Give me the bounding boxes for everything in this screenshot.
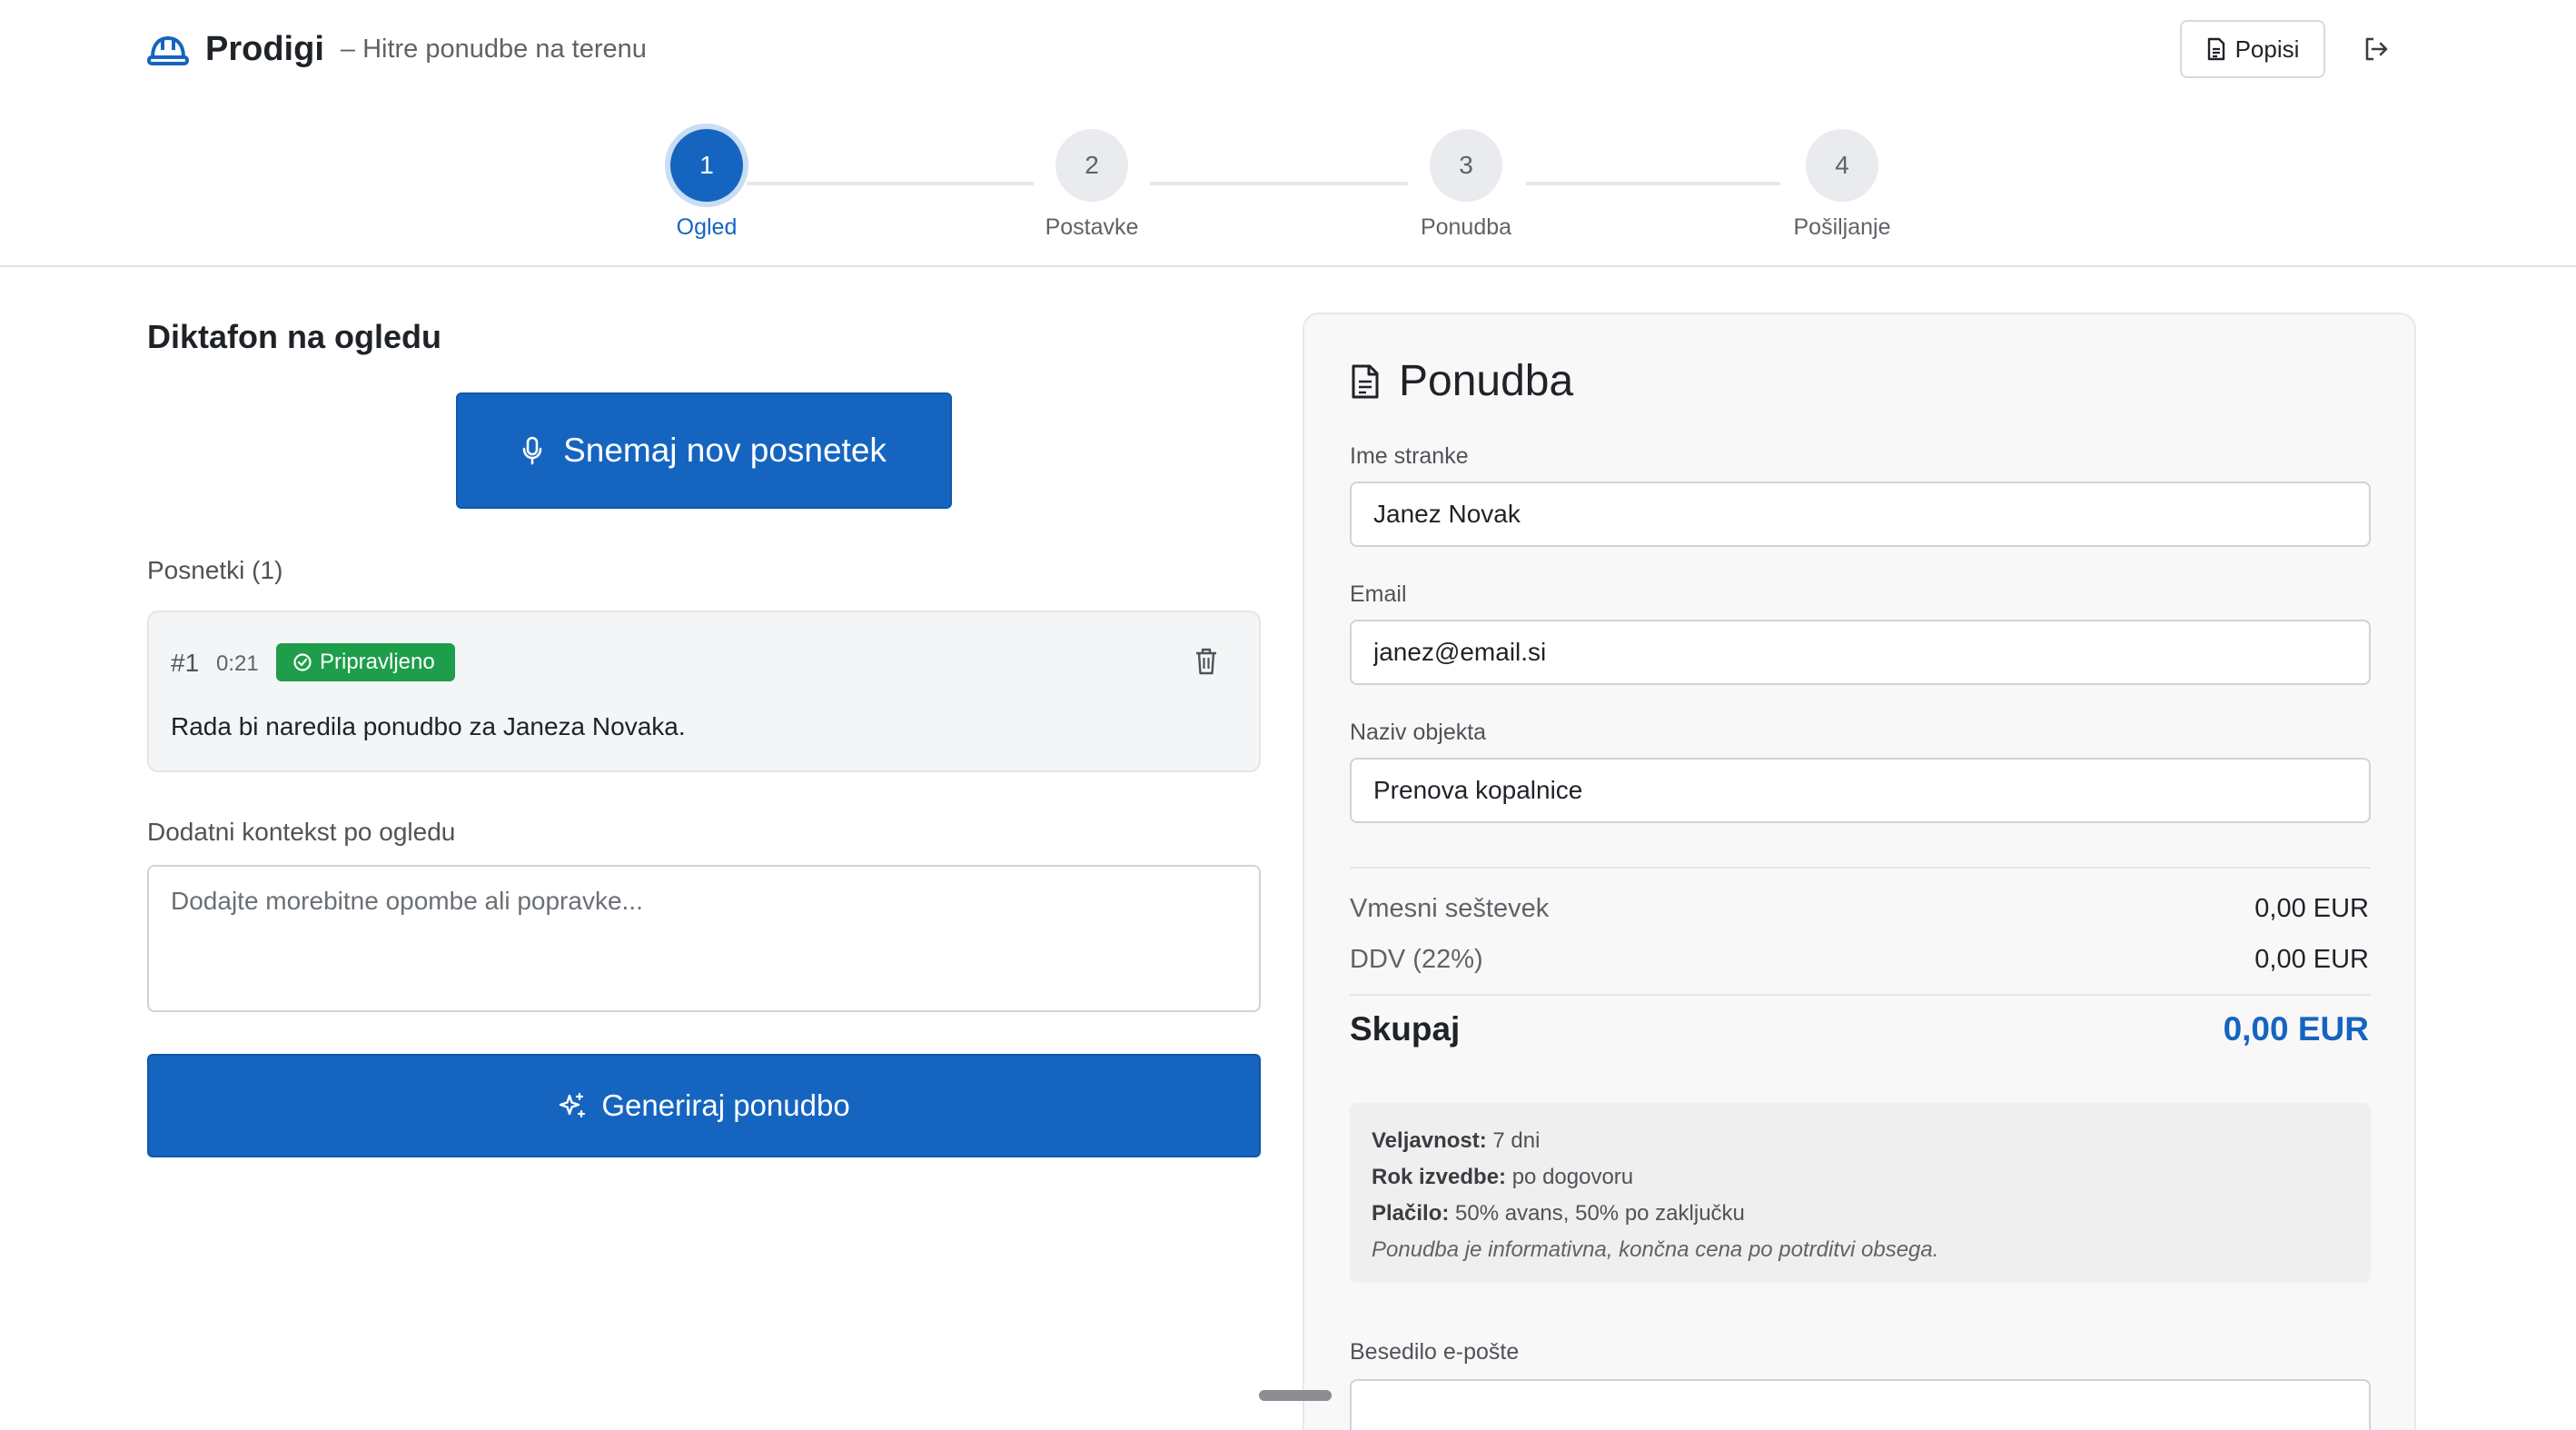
subtotal-value: 0,00 EUR xyxy=(2254,894,2369,923)
total-label: Skupaj xyxy=(1350,1010,1461,1048)
brand: Prodigi – Hitre ponudbe na terenu xyxy=(147,27,647,71)
popisi-label: Popisi xyxy=(2234,35,2300,63)
validity-line: Veljavnost: 7 dni xyxy=(1372,1123,2349,1159)
object-name-label: Naziv objekta xyxy=(1350,720,1487,745)
recordings-label: Posnetki (1) xyxy=(147,556,283,584)
step-connector xyxy=(1526,182,1780,185)
client-name-label: Ime stranke xyxy=(1350,443,1469,469)
app-subtitle: – Hitre ponudbe na terenu xyxy=(340,34,647,64)
divider xyxy=(1350,994,2371,996)
recording-number: #1 xyxy=(171,649,200,677)
offer-panel: Ponudba Ime stranke Email Naziv objekta … xyxy=(1303,313,2416,1430)
sparkles-icon xyxy=(560,1092,586,1118)
offer-title-label: Ponudba xyxy=(1399,357,1574,405)
step-number: 2 xyxy=(1055,129,1128,202)
offer-terms: Veljavnost: 7 dni Rok izvedbe: po dogovo… xyxy=(1350,1103,2371,1283)
generate-offer-label: Generiraj ponudbo xyxy=(601,1088,850,1122)
context-textarea[interactable] xyxy=(147,865,1261,1012)
payment-value: 50% avans, 50% po zaključku xyxy=(1449,1201,1745,1226)
client-name-input[interactable] xyxy=(1350,482,2371,547)
total-value: 0,00 EUR xyxy=(2223,1010,2369,1048)
step-connector xyxy=(1150,182,1408,185)
email-body-textarea[interactable] xyxy=(1350,1379,2371,1430)
offer-title: Ponudba xyxy=(1350,356,1573,406)
step-label: Pošiljanje xyxy=(1793,214,1891,240)
validity-value: 7 dni xyxy=(1486,1128,1541,1153)
app-header: Prodigi – Hitre ponudbe na terenu Popisi xyxy=(0,0,2576,98)
deadline-value: po dogovoru xyxy=(1506,1165,1634,1189)
document-icon xyxy=(2207,37,2224,61)
payment-label: Plačilo: xyxy=(1372,1201,1450,1226)
vat-value: 0,00 EUR xyxy=(2254,945,2369,974)
check-circle-icon xyxy=(293,653,312,671)
generate-offer-button[interactable]: Generiraj ponudbo xyxy=(147,1054,1261,1157)
step-label: Ogled xyxy=(676,214,738,240)
terms-note-text: Ponudba je informativna, končna cena po … xyxy=(1372,1237,1939,1262)
deadline-line: Rok izvedbe: po dogovoru xyxy=(1372,1159,2349,1196)
app-name: Prodigi xyxy=(205,29,324,68)
step-number: 4 xyxy=(1806,129,1878,202)
microphone-icon xyxy=(522,436,542,465)
status-badge-label: Pripravljeno xyxy=(320,650,435,674)
step-number: 1 xyxy=(670,129,743,202)
email-body-label: Besedilo e-pošte xyxy=(1350,1339,1520,1365)
subtotal-label: Vmesni seštevek xyxy=(1350,894,1550,923)
progress-stepper: 1 Ogled 2 Postavke 3 Ponudba 4 Pošiljanj… xyxy=(0,98,2576,267)
step-number: 3 xyxy=(1430,129,1502,202)
context-label: Dodatni kontekst po ogledu xyxy=(147,818,456,846)
hard-hat-icon xyxy=(147,35,189,65)
vat-label: DDV (22%) xyxy=(1350,945,1483,974)
popisi-button[interactable]: Popisi xyxy=(2180,20,2325,78)
step-posiljanje[interactable]: 4 Pošiljanje xyxy=(1751,129,1933,241)
record-button[interactable]: Snemaj nov posnetek xyxy=(456,392,952,509)
email-label: Email xyxy=(1350,581,1407,607)
delete-recording-button[interactable] xyxy=(1190,645,1223,678)
object-name-input[interactable] xyxy=(1350,758,2371,823)
status-badge: Pripravljeno xyxy=(276,643,455,681)
trash-icon xyxy=(1196,648,1216,675)
step-label: Postavke xyxy=(1045,214,1139,240)
deadline-label: Rok izvedbe: xyxy=(1372,1165,1507,1189)
terms-note: Ponudba je informativna, končna cena po … xyxy=(1372,1232,2349,1268)
step-ogled[interactable]: 1 Ogled xyxy=(616,129,798,241)
logout-button[interactable] xyxy=(2358,31,2394,67)
step-ponudba[interactable]: 3 Ponudba xyxy=(1375,129,1557,241)
step-label: Ponudba xyxy=(1420,214,1512,240)
recording-transcript: Rada bi naredila ponudbo za Janeza Novak… xyxy=(171,712,686,740)
payment-line: Plačilo: 50% avans, 50% po zaključku xyxy=(1372,1196,2349,1232)
email-input[interactable] xyxy=(1350,620,2371,685)
step-postavke[interactable]: 2 Postavke xyxy=(1001,129,1183,241)
record-button-label: Snemaj nov posnetek xyxy=(563,432,887,469)
recorder-title: Diktafon na ogledu xyxy=(147,318,441,355)
recording-item: #1 0:21 Pripravljeno Rada bi naredila po… xyxy=(147,611,1261,772)
logout-icon xyxy=(2365,37,2388,61)
document-icon xyxy=(1352,364,1379,398)
recording-duration: 0:21 xyxy=(216,651,259,676)
scroll-handle[interactable] xyxy=(1259,1390,1332,1401)
divider xyxy=(1350,867,2371,869)
validity-label: Veljavnost: xyxy=(1372,1128,1487,1153)
